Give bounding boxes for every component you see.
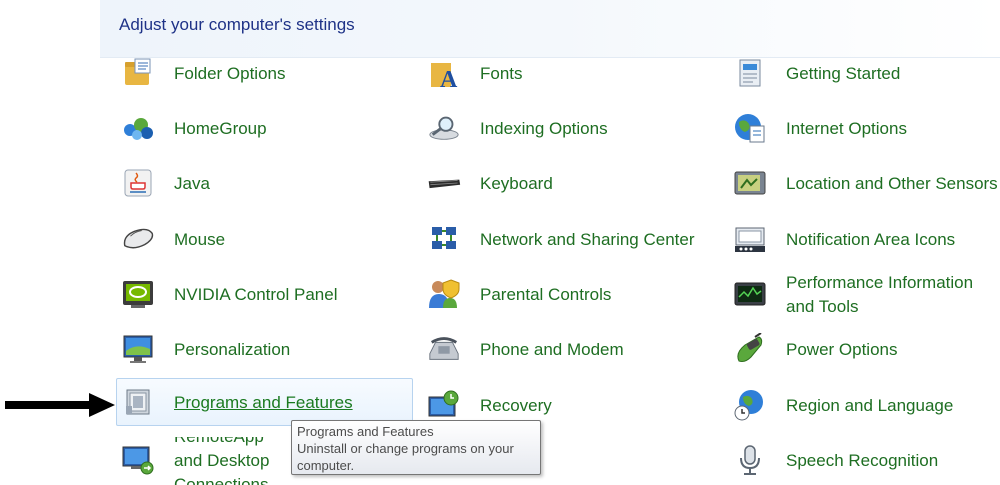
notification-area-icon [733,222,767,256]
item-getting-started[interactable]: Getting Started [729,50,1000,98]
folder-options-icon [121,56,155,90]
personalization-icon [121,332,155,366]
item-performance-information[interactable]: Performance Information and Tools [729,271,1000,319]
item-indexing-options[interactable]: Indexing Options [423,105,713,153]
item-label: Getting Started [786,64,901,83]
item-speech-recognition[interactable]: Speech Recognition [729,437,1000,485]
page-title: Adjust your computer's settings [119,15,355,34]
item-power-options[interactable]: Power Options [729,326,1000,374]
region-language-icon [733,388,767,422]
java-icon [121,166,155,200]
item-region-language[interactable]: Region and Language [729,382,1000,430]
item-internet-options[interactable]: Internet Options [729,105,1000,153]
item-label: Notification Area Icons [786,230,956,249]
item-label: Internet Options [786,119,907,138]
item-nvidia-control-panel[interactable]: NVIDIA Control Panel [117,271,407,319]
item-label: NVIDIA Control Panel [174,285,338,304]
item-location-sensors[interactable]: Location and Other Sensors [729,160,1000,208]
item-label: Keyboard [480,174,553,193]
recovery-icon [427,388,461,422]
item-label: Speech Recognition [786,451,939,470]
item-label: Phone and Modem [480,340,624,359]
item-label: Folder Options [174,64,286,83]
item-label: Network and Sharing Center [480,230,695,249]
item-label: Personalization [174,340,291,359]
homegroup-icon [121,111,155,145]
mouse-icon [121,222,155,256]
tooltip-title: Programs and Features [297,424,434,439]
item-label: Performance Information and Tools [786,273,974,316]
getting-started-icon [733,56,767,90]
item-label: HomeGroup [174,119,267,138]
remoteapp-icon [121,443,155,477]
tooltip-description: Uninstall or change programs on your com… [297,441,514,473]
item-label: Fonts [480,64,523,83]
fonts-icon: A [427,56,461,90]
item-label: Mouse [174,230,226,249]
phone-modem-icon [427,332,461,366]
pointer-arrow-icon [5,393,115,417]
location-sensors-icon [733,166,767,200]
item-label: Power Options [786,340,898,359]
item-personalization[interactable]: Personalization [117,326,407,374]
item-keyboard[interactable]: Keyboard [423,160,713,208]
item-notification-area-icons[interactable]: Notification Area Icons [729,216,1000,264]
keyboard-icon [427,166,461,200]
item-mouse[interactable]: Mouse [117,216,407,264]
microphone-icon [733,443,767,477]
network-icon [427,222,461,256]
item-label: RemoteApp and Desktop Connections [174,437,270,485]
item-label: Location and Other Sensors [786,174,998,193]
item-phone-and-modem[interactable]: Phone and Modem [423,326,713,374]
item-label: Indexing Options [480,119,608,138]
item-label: Parental Controls [480,285,612,304]
indexing-icon [427,111,461,145]
item-label: Region and Language [786,396,954,415]
internet-options-icon [733,111,767,145]
programs-features-icon [121,385,155,419]
item-parental-controls[interactable]: Parental Controls [423,271,713,319]
item-remoteapp[interactable]: RemoteApp and Desktop Connections [117,437,292,485]
item-fonts[interactable]: A Fonts [423,50,713,98]
item-java[interactable]: Java [117,160,407,208]
item-label: Java [174,174,210,193]
item-homegroup[interactable]: HomeGroup [117,105,407,153]
item-programs-and-features[interactable]: Programs and Features [116,378,413,426]
tooltip: Programs and Features Uninstall or chang… [291,420,541,475]
parental-controls-icon [427,277,461,311]
item-folder-options[interactable]: Folder Options [117,50,407,98]
item-network-sharing-center[interactable]: Network and Sharing Center [423,216,713,264]
power-options-icon [733,332,767,366]
svg-text:A: A [440,67,458,89]
nvidia-icon [121,277,155,311]
performance-icon [733,277,767,311]
